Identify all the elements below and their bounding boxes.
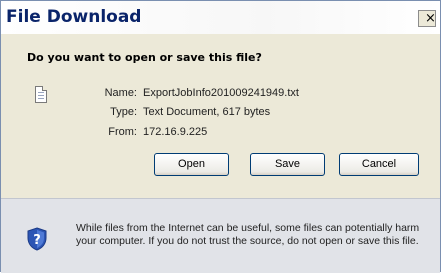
security-shield-icon: ?	[27, 227, 47, 251]
from-label: From:	[108, 126, 137, 138]
save-button[interactable]: Save	[250, 153, 325, 176]
close-button[interactable]: ×	[418, 10, 436, 27]
text-file-icon	[35, 86, 47, 103]
dialog-question: Do you want to open or save this file?	[27, 51, 262, 64]
cancel-button[interactable]: Cancel	[339, 153, 419, 176]
type-label: Type:	[110, 106, 137, 118]
close-icon: ×	[425, 11, 436, 26]
open-button[interactable]: Open	[154, 153, 229, 176]
title-bar[interactable]: File Download ×	[1, 1, 440, 34]
file-type-value: Text Document, 617 bytes	[143, 106, 271, 118]
file-name-value: ExportJobInfo201009241949.txt	[143, 87, 299, 99]
security-warning-panel: ? While files from the Internet can be u…	[1, 198, 440, 273]
file-download-dialog: File Download × Do you want to open or s…	[0, 0, 441, 273]
dialog-content: Do you want to open or save this file? N…	[5, 34, 436, 198]
file-source-value: 172.16.9.225	[143, 126, 208, 138]
name-label: Name:	[104, 87, 137, 99]
window-title: File Download	[6, 7, 142, 27]
svg-text:?: ?	[33, 233, 41, 248]
security-warning-text: While files from the Internet can be use…	[76, 222, 420, 247]
